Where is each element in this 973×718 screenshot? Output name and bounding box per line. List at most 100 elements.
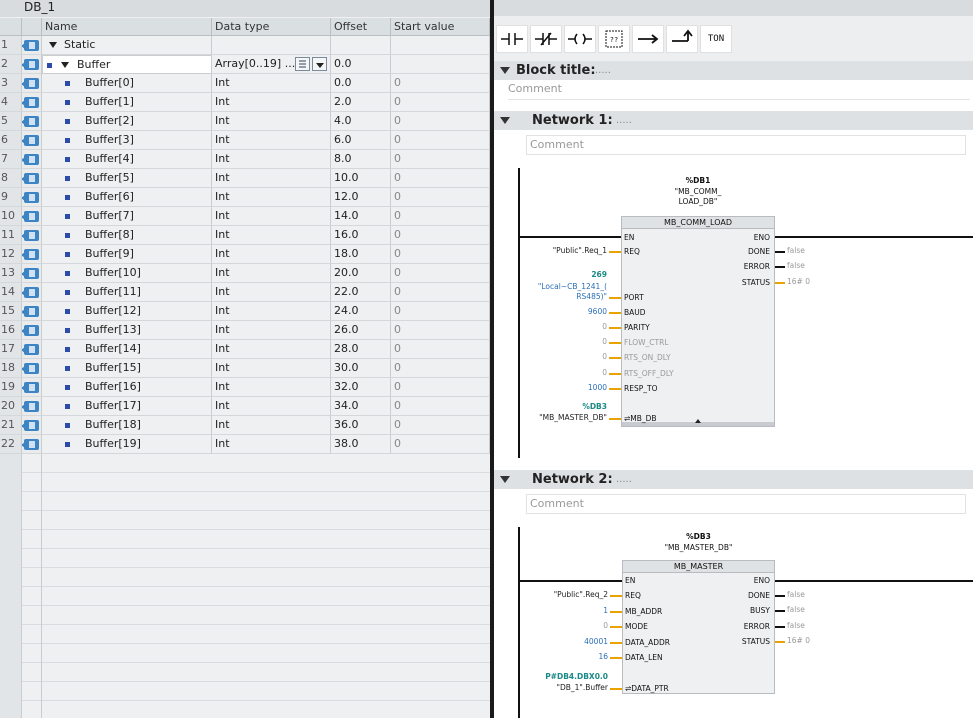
input-arg[interactable]: "Public".Req_1 xyxy=(553,246,607,256)
collapse-arrow-icon[interactable] xyxy=(500,117,510,124)
startvalue-cell[interactable] xyxy=(391,36,490,55)
table-row[interactable]: 13 Buffer[10] Int 20.0 0 xyxy=(0,264,490,283)
network1-comment[interactable]: Comment xyxy=(526,135,966,155)
table-row[interactable]: 15 Buffer[12] Int 24.0 0 xyxy=(0,302,490,321)
datatype-cell[interactable]: Int xyxy=(212,112,331,131)
table-row[interactable]: 22 Buffer[19] Int 38.0 0 xyxy=(0,435,490,454)
startvalue-cell[interactable]: 0 xyxy=(391,416,490,435)
name-cell[interactable]: Buffer[8] xyxy=(42,226,212,245)
name-cell[interactable]: Buffer[13] xyxy=(42,321,212,340)
table-row[interactable]: 1 Static xyxy=(0,36,490,55)
startvalue-cell[interactable] xyxy=(391,55,490,74)
startvalue-cell[interactable]: 0 xyxy=(391,131,490,150)
startvalue-cell[interactable]: 0 xyxy=(391,226,490,245)
table-row[interactable]: 14 Buffer[11] Int 22.0 0 xyxy=(0,283,490,302)
input-arg[interactable]: 9600 xyxy=(588,307,607,317)
startvalue-cell[interactable]: 0 xyxy=(391,245,490,264)
table-row[interactable]: 19 Buffer[16] Int 32.0 0 xyxy=(0,378,490,397)
dropdown-arrow-icon[interactable] xyxy=(312,57,327,71)
datatype-cell[interactable]: Int xyxy=(212,397,331,416)
table-row[interactable]: 21 Buffer[18] Int 36.0 0 xyxy=(0,416,490,435)
name-cell[interactable]: Buffer[19] xyxy=(42,435,212,454)
table-row[interactable]: 9 Buffer[6] Int 12.0 0 xyxy=(0,188,490,207)
datatype-cell[interactable]: Int xyxy=(212,245,331,264)
startvalue-cell[interactable]: 0 xyxy=(391,283,490,302)
table-row[interactable]: 6 Buffer[3] Int 6.0 0 xyxy=(0,131,490,150)
datatype-cell[interactable]: Int xyxy=(212,150,331,169)
name-cell[interactable]: Buffer[7] xyxy=(42,207,212,226)
open-branch-button[interactable] xyxy=(632,25,664,53)
input-arg[interactable]: 0 xyxy=(603,621,608,631)
expand-triangle-icon[interactable] xyxy=(49,42,57,48)
mb-comm-load-box[interactable]: MB_COMM_LOAD EN ENO REQ PORT BAUD PARITY FLOW_C… xyxy=(621,216,775,427)
datatype-cell[interactable]: Int xyxy=(212,188,331,207)
empty-box-button[interactable]: ?? xyxy=(598,25,630,53)
startvalue-cell[interactable]: 0 xyxy=(391,359,490,378)
datatype-cell[interactable]: Int xyxy=(212,416,331,435)
input-arg[interactable]: 0 xyxy=(602,322,607,332)
table-row[interactable]: 17 Buffer[14] Int 28.0 0 xyxy=(0,340,490,359)
col-header-datatype[interactable]: Data type xyxy=(212,18,331,36)
network2-header[interactable]: Network 2: ..... xyxy=(494,470,973,489)
no-contact-button[interactable] xyxy=(496,25,528,53)
input-arg[interactable]: 0 xyxy=(602,337,607,347)
name-cell[interactable]: Buffer[11] xyxy=(42,283,212,302)
name-cell[interactable]: Buffer[5] xyxy=(42,169,212,188)
datatype-cell[interactable]: Int xyxy=(212,74,331,93)
array-details-icon[interactable] xyxy=(295,57,310,71)
input-arg[interactable]: "DB_1".Buffer xyxy=(557,683,609,693)
resize-handle-icon[interactable] xyxy=(695,419,701,423)
table-row[interactable]: 11 Buffer[8] Int 16.0 0 xyxy=(0,226,490,245)
instance-db-name[interactable]: "MB_COMM_ LOAD_DB" xyxy=(641,187,755,207)
table-row[interactable]: 7 Buffer[4] Int 8.0 0 xyxy=(0,150,490,169)
startvalue-cell[interactable]: 0 xyxy=(391,340,490,359)
name-cell[interactable]: Static xyxy=(42,36,212,55)
name-cell[interactable]: Buffer[16] xyxy=(42,378,212,397)
name-cell[interactable]: Buffer[4] xyxy=(42,150,212,169)
name-cell[interactable]: Buffer xyxy=(42,55,212,74)
table-row[interactable]: 16 Buffer[13] Int 26.0 0 xyxy=(0,321,490,340)
coil-button[interactable] xyxy=(564,25,596,53)
input-arg[interactable]: 40001 xyxy=(584,637,608,647)
name-cell[interactable]: Buffer[12] xyxy=(42,302,212,321)
table-row[interactable]: 4 Buffer[1] Int 2.0 0 xyxy=(0,93,490,112)
name-cell[interactable]: Buffer[10] xyxy=(42,264,212,283)
input-arg[interactable]: "Local~CB_1241_( RS485)" xyxy=(538,282,607,302)
startvalue-cell[interactable]: 0 xyxy=(391,169,490,188)
startvalue-cell[interactable]: 0 xyxy=(391,207,490,226)
input-arg[interactable]: 0 xyxy=(602,352,607,362)
block-comment[interactable]: Comment xyxy=(508,80,970,100)
name-cell[interactable]: Buffer[1] xyxy=(42,93,212,112)
startvalue-cell[interactable]: 0 xyxy=(391,397,490,416)
name-cell[interactable]: Buffer[17] xyxy=(42,397,212,416)
datatype-cell[interactable]: Int xyxy=(212,378,331,397)
mb-master-box[interactable]: MB_MASTER EN ENO REQ MB_ADDR MODE DATA_ADDR DAT… xyxy=(622,560,775,694)
expand-triangle-icon[interactable] xyxy=(61,62,69,68)
name-cell[interactable]: Buffer[14] xyxy=(42,340,212,359)
table-row[interactable]: 8 Buffer[5] Int 10.0 0 xyxy=(0,169,490,188)
table-row[interactable]: 18 Buffer[15] Int 30.0 0 xyxy=(0,359,490,378)
col-header-startvalue[interactable]: Start value xyxy=(391,18,490,36)
close-branch-button[interactable] xyxy=(666,25,698,53)
name-cell[interactable]: Buffer[9] xyxy=(42,245,212,264)
datatype-cell[interactable]: Int xyxy=(212,359,331,378)
table-row[interactable]: 12 Buffer[9] Int 18.0 0 xyxy=(0,245,490,264)
datatype-cell[interactable] xyxy=(212,36,331,55)
input-arg[interactable]: 16 xyxy=(598,652,608,662)
datatype-cell[interactable]: Int xyxy=(212,207,331,226)
name-cell[interactable]: Buffer[18] xyxy=(42,416,212,435)
network1-header[interactable]: Network 1: ..... xyxy=(494,111,973,130)
datatype-cell[interactable]: Int xyxy=(212,321,331,340)
startvalue-cell[interactable]: 0 xyxy=(391,74,490,93)
input-arg[interactable]: 1000 xyxy=(588,383,607,393)
collapse-arrow-icon[interactable] xyxy=(500,67,510,74)
startvalue-cell[interactable]: 0 xyxy=(391,321,490,340)
network2-comment[interactable]: Comment xyxy=(526,494,966,514)
name-cell[interactable]: Buffer[2] xyxy=(42,112,212,131)
datatype-cell[interactable]: Int xyxy=(212,340,331,359)
startvalue-cell[interactable]: 0 xyxy=(391,93,490,112)
col-header-offset[interactable]: Offset xyxy=(331,18,391,36)
input-arg[interactable]: 0 xyxy=(602,368,607,378)
input-arg[interactable]: 1 xyxy=(603,606,608,616)
startvalue-cell[interactable]: 0 xyxy=(391,112,490,131)
